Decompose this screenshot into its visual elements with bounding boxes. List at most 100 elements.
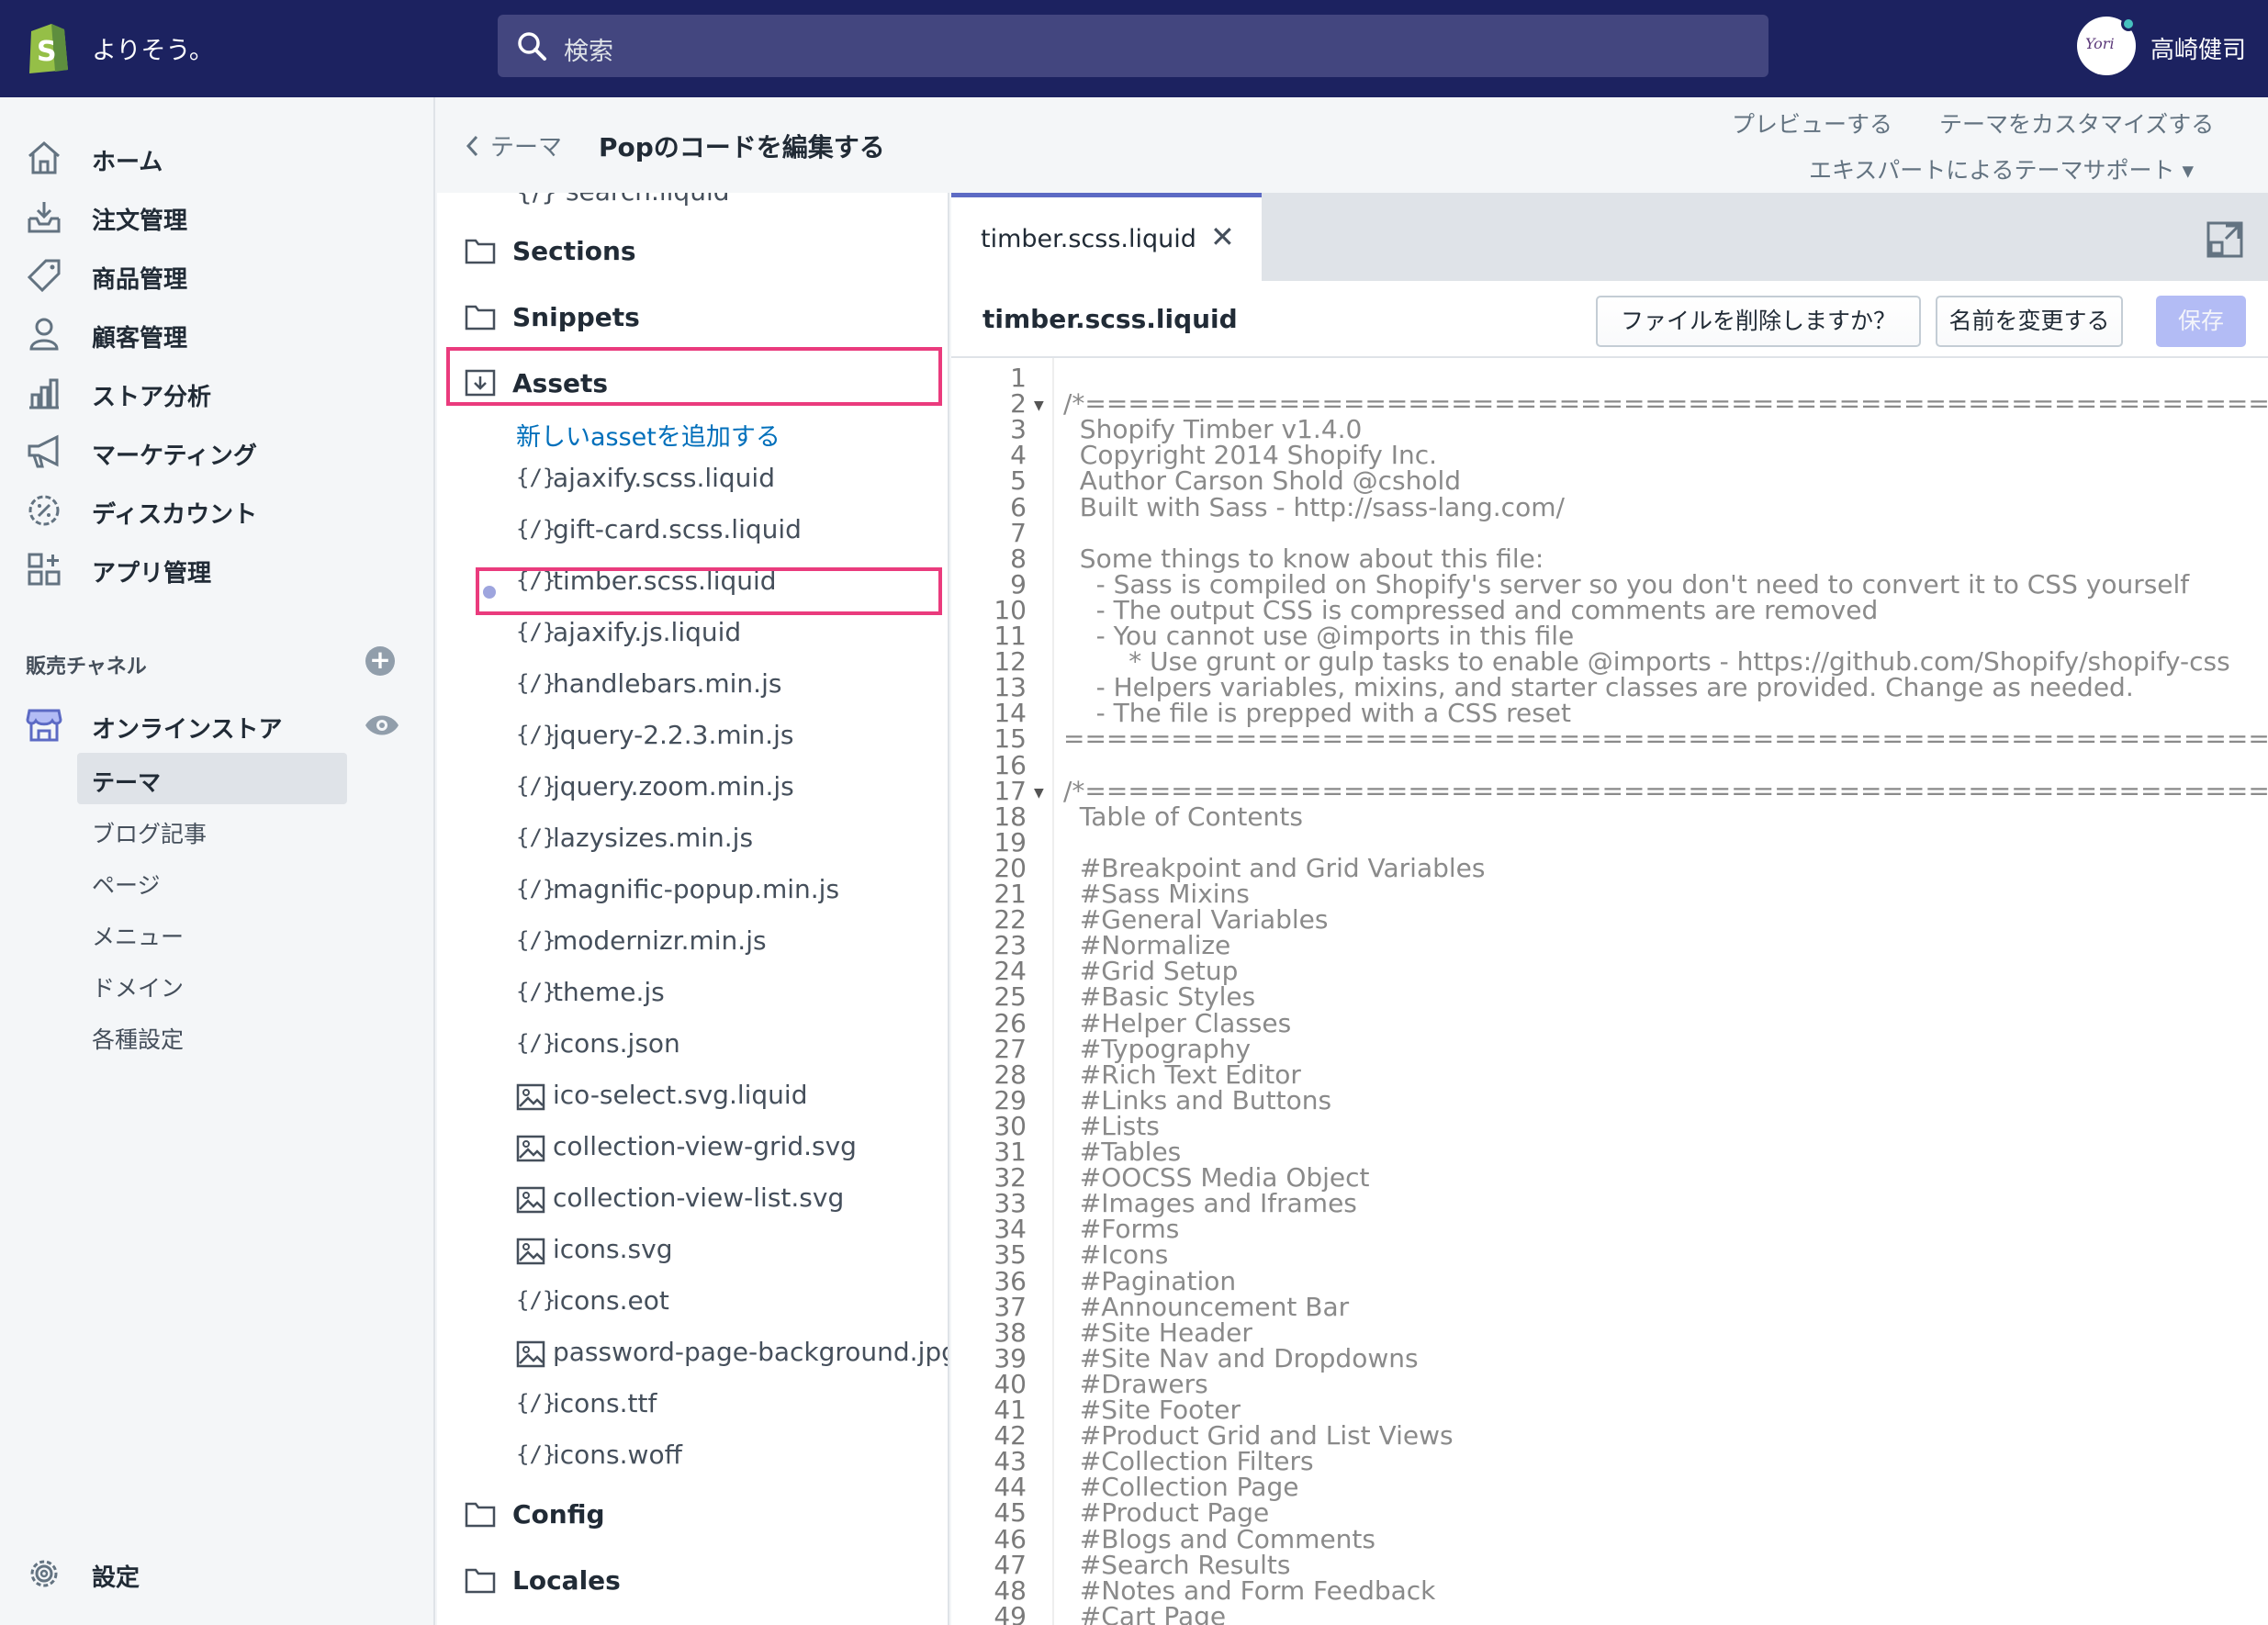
file-name: {/} search.liquid <box>516 193 730 207</box>
line-number: 36 <box>994 1265 1027 1296</box>
line-number: 17 <box>994 775 1027 806</box>
add-asset-link[interactable]: 新しいassetを追加する <box>516 417 780 453</box>
close-icon[interactable]: ✕ <box>1210 219 1235 254</box>
file-item[interactable]: {/} icons.json <box>516 1023 948 1067</box>
sidebar-subitem-domains[interactable]: ドメイン <box>77 958 347 1010</box>
folder-sections[interactable]: Sections <box>465 224 942 275</box>
rename-button[interactable]: 名前を変更する <box>1936 296 2123 347</box>
code-area[interactable]: 1 2 ▼ 3 4 5 6 7 8 9 10 11 12 13 14 15 16 17 ▼ 18 19 20 21 22 23 2… <box>951 358 2268 1625</box>
delete-file-button[interactable]: ファイルを削除しますか？ <box>1596 296 1921 347</box>
file-item-cut[interactable]: {/} search.liquid <box>516 193 948 215</box>
code-file-icon: {/} <box>516 1030 556 1056</box>
folder-locales[interactable]: Locales <box>465 1553 942 1605</box>
search-placeholder: 検索 <box>564 38 613 66</box>
sidebar-item-discounts[interactable]: ディスカウント <box>0 485 435 536</box>
sidebar-item-online-store[interactable]: オンラインストア <box>0 700 435 751</box>
file-item[interactable]: ico-select.svg.liquid <box>516 1074 948 1118</box>
file-item[interactable]: {/} theme.js <box>516 971 948 1015</box>
file-item[interactable]: icons.svg <box>516 1228 948 1272</box>
theme-support-dropdown[interactable]: エキスパートによるテーマサポート ▾ <box>1809 152 2194 185</box>
shopify-logo-icon[interactable]: S <box>24 18 72 73</box>
code-line: #Pagination <box>1063 1265 1237 1296</box>
chevron-left-icon[interactable] <box>465 134 479 158</box>
code-line: Table of Contents <box>1063 801 1303 832</box>
line-number: 18 <box>994 801 1027 832</box>
file-item[interactable]: collection-view-list.svg <box>516 1177 948 1221</box>
preview-link[interactable]: プレビューする <box>1732 106 1892 140</box>
save-button[interactable]: 保存 <box>2156 296 2246 347</box>
file-item[interactable]: {/} jquery-2.2.3.min.js <box>516 714 948 758</box>
code-line: #General Variables <box>1063 904 1329 936</box>
expand-icon[interactable] <box>2206 220 2244 259</box>
code-line: /*======================================… <box>1063 388 2268 420</box>
file-item[interactable]: {/} jquery.zoom.min.js <box>516 766 948 810</box>
user-name[interactable]: 高崎健司 <box>2150 31 2246 65</box>
fold-arrow-icon[interactable]: ▼ <box>1034 398 1044 413</box>
code-line: ========================================… <box>1063 723 2268 755</box>
svg-text:S: S <box>37 36 57 68</box>
sidebar-subitem-blog-posts[interactable]: ブログ記事 <box>77 804 347 856</box>
line-number: 48 <box>994 1575 1027 1606</box>
file-item[interactable]: {/} ajaxify.scss.liquid <box>516 457 948 501</box>
sidebar-item-orders[interactable]: 注文管理 <box>0 191 435 242</box>
code-line: #Search Results <box>1063 1549 1291 1580</box>
file-item[interactable]: {/} gift-card.scss.liquid <box>516 509 948 553</box>
code-line: Built with Sass - http://sass-lang.com/ <box>1063 491 1565 522</box>
sidebar-item-analytics[interactable]: ストア分析 <box>0 367 435 419</box>
sidebar-subitem-label: メニュー <box>92 924 185 950</box>
line-number: 9 <box>1010 568 1027 600</box>
sidebar-item-marketing[interactable]: マーケティング <box>0 426 435 477</box>
file-item[interactable]: {/} ajaxify.js.liquid <box>516 611 948 656</box>
line-number: 23 <box>994 930 1027 961</box>
code-line: * Use grunt or gulp tasks to enable @imp… <box>1063 646 2230 678</box>
sidebar-item-apps[interactable]: アプリ管理 <box>0 544 435 595</box>
breadcrumb[interactable]: テーマ <box>490 129 562 162</box>
file-name: handlebars.min.js <box>553 668 782 699</box>
search-input[interactable]: 検索 <box>498 15 1768 77</box>
folder-config[interactable]: Config <box>465 1487 942 1539</box>
file-name: collection-view-list.svg <box>553 1182 845 1213</box>
file-item[interactable]: {/} lazysizes.min.js <box>516 817 948 861</box>
file-item[interactable]: {/} modernizr.min.js <box>516 920 948 964</box>
sidebar-item-label: ストア分析 <box>92 384 212 411</box>
file-item[interactable]: {/} icons.ttf <box>516 1383 948 1427</box>
sidebar-subitem-label: テーマ <box>92 769 162 796</box>
image-file-icon <box>516 1340 545 1368</box>
sidebar-item-products[interactable]: 商品管理 <box>0 250 435 301</box>
line-number: 32 <box>994 1162 1027 1194</box>
line-number: 5 <box>1010 465 1027 497</box>
code-line: #Icons <box>1063 1239 1169 1271</box>
store-name[interactable]: よりそう。 <box>92 30 214 66</box>
file-name: collection-view-grid.svg <box>553 1131 857 1161</box>
top-bar: S よりそう。 検索 Yori 高崎健司 <box>0 0 2268 97</box>
file-item[interactable]: collection-view-grid.svg <box>516 1126 948 1170</box>
sidebar-subitem-label: ページ <box>92 872 161 899</box>
sidebar-subitem-themes[interactable]: テーマ <box>77 753 347 804</box>
code-line: /*======================================… <box>1063 775 2268 806</box>
sidebar-item-settings[interactable]: 設定 <box>0 1548 435 1599</box>
sidebar-subitem-preferences[interactable]: 各種設定 <box>77 1010 347 1061</box>
folder-snippets[interactable]: Snippets <box>465 290 942 342</box>
file-item[interactable]: {/} magnific-popup.min.js <box>516 869 948 913</box>
add-channel-button[interactable]: + <box>365 646 395 676</box>
file-toolbar: timber.scss.liquid ファイルを削除しますか？ 名前を変更する … <box>951 281 2268 358</box>
image-file-icon <box>516 1186 545 1214</box>
sidebar-item-customers[interactable]: 顧客管理 <box>0 308 435 360</box>
file-item[interactable]: password-page-background.jpg <box>516 1331 948 1375</box>
sidebar-item-home[interactable]: ホーム <box>0 132 435 184</box>
file-item[interactable]: {/} handlebars.min.js <box>516 663 948 707</box>
code-file-icon: {/} <box>516 927 556 953</box>
code-line: #Images and Iframes <box>1063 1188 1357 1219</box>
sidebar-subitem-pages[interactable]: ページ <box>77 856 347 907</box>
sidebar-subitem-navigation[interactable]: メニュー <box>77 907 347 958</box>
eye-icon[interactable] <box>364 709 400 742</box>
tab-timber-scss[interactable]: timber.scss.liquid ✕ <box>951 193 1262 281</box>
code-line: Author Carson Shold @cshold <box>1063 465 1462 497</box>
file-item[interactable]: {/} icons.woff <box>516 1434 948 1478</box>
customize-theme-link[interactable]: テーマをカスタマイズする <box>1939 106 2214 140</box>
line-number: 44 <box>994 1472 1027 1503</box>
file-item[interactable]: {/} icons.eot <box>516 1280 948 1324</box>
line-number: 46 <box>994 1523 1027 1554</box>
fold-arrow-icon[interactable]: ▼ <box>1034 786 1044 801</box>
line-number: 42 <box>994 1420 1027 1451</box>
